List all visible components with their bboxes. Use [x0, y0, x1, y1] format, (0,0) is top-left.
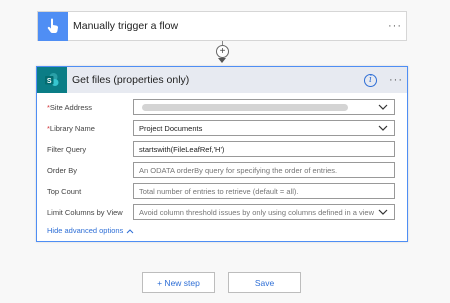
info-icon[interactable]: i [364, 73, 377, 87]
redacted-value [142, 104, 348, 111]
save-button[interactable]: Save [228, 272, 301, 293]
trigger-more-button[interactable]: ··· [384, 20, 406, 32]
top-count-row: Top Count Total number of entries to ret… [47, 183, 397, 199]
order-by-row: Order By An ODATA orderBy query for spec… [47, 162, 397, 178]
action-title: Get files (properties only) [72, 74, 190, 86]
new-step-button[interactable]: + New step [142, 272, 215, 293]
filter-query-label: Filter Query [47, 144, 87, 154]
trigger-card[interactable]: Manually trigger a flow ··· [37, 11, 407, 41]
insert-step-button[interactable]: + [216, 45, 229, 58]
order-by-input[interactable]: An ODATA orderBy query for specifying th… [133, 162, 395, 178]
hand-touch-icon [38, 11, 68, 41]
chevron-down-icon [378, 209, 388, 215]
site-address-label: *Site Address [47, 102, 93, 112]
chevron-down-icon [378, 125, 388, 131]
top-count-label: Top Count [47, 186, 82, 196]
site-address-dropdown[interactable] [133, 99, 395, 115]
sharepoint-icon: S [37, 67, 67, 93]
chevron-down-icon [378, 104, 388, 110]
hide-advanced-options-link[interactable]: Hide advanced options [47, 226, 134, 235]
library-name-row: *Library Name Project Documents [47, 120, 397, 136]
filter-query-input[interactable]: startswith(FileLeafRef,'H') [133, 141, 395, 157]
trigger-title: Manually trigger a flow [73, 20, 179, 32]
order-by-label: Order By [47, 165, 78, 175]
action-more-button[interactable]: ··· [385, 74, 407, 86]
library-name-dropdown[interactable]: Project Documents [133, 120, 395, 136]
library-name-label: *Library Name [47, 123, 95, 133]
arrow-down-icon [218, 58, 226, 63]
svg-text:S: S [47, 78, 52, 85]
action-card: S Get files (properties only) i ··· *Sit… [36, 66, 408, 242]
filter-query-row: Filter Query startswith(FileLeafRef,'H') [47, 141, 397, 157]
action-header[interactable]: S Get files (properties only) i ··· [37, 67, 407, 93]
limit-columns-row: Limit Columns by View Avoid column thres… [47, 204, 397, 220]
chevron-up-icon [126, 228, 134, 233]
site-address-row: *Site Address [47, 99, 397, 115]
top-count-input[interactable]: Total number of entries to retrieve (def… [133, 183, 395, 199]
limit-columns-dropdown[interactable]: Avoid column threshold issues by only us… [133, 204, 395, 220]
limit-columns-label: Limit Columns by View [47, 207, 123, 217]
